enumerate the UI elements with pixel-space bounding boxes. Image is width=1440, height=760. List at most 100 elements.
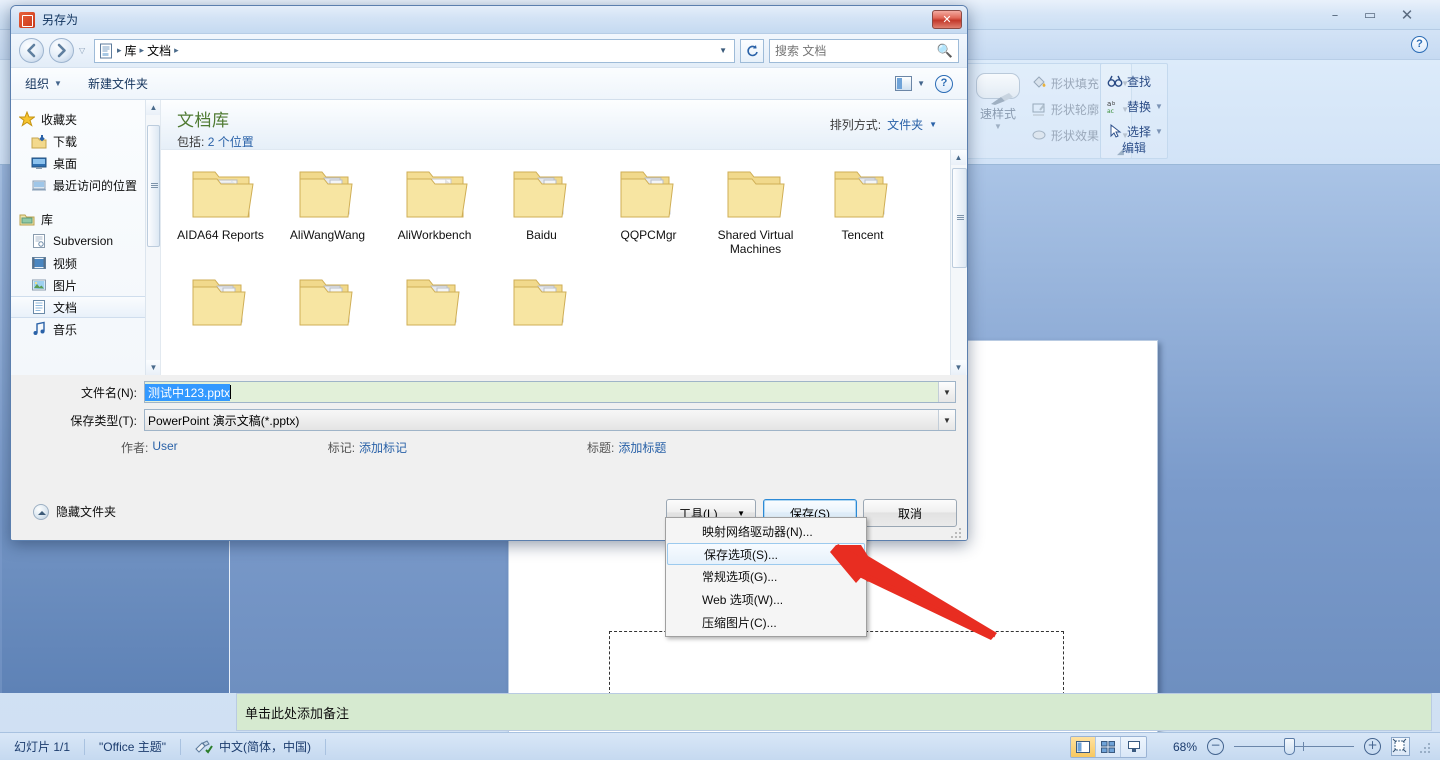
filename-input[interactable]: 测试中123.pptx ▼	[144, 381, 956, 403]
list-item[interactable]: QQPCMgr	[595, 156, 702, 264]
reading-view-button[interactable]	[1121, 736, 1146, 757]
theme-name[interactable]: "Office 主题"	[85, 737, 180, 757]
folder-with-document-icon	[406, 171, 468, 218]
notes-pane[interactable]: 单击此处添加备注	[236, 693, 1432, 731]
tags-field[interactable]: 标记: 添加标记	[328, 439, 407, 456]
title-field[interactable]: 标题: 添加标题	[587, 439, 666, 456]
tags-value[interactable]: 添加标记	[359, 439, 407, 456]
new-folder-button[interactable]: 新建文件夹	[88, 75, 148, 92]
menu-item-save-options[interactable]: 保存选项(S)...	[667, 543, 865, 565]
resize-grip[interactable]	[1420, 741, 1432, 753]
filetype-dropdown-button[interactable]: ▼	[938, 410, 955, 430]
dialog-close-button[interactable]: ✕	[932, 10, 962, 29]
sidebar-item-videos[interactable]: 视频	[11, 252, 160, 274]
list-item[interactable]	[167, 264, 274, 372]
sidebar-scroll-up-button[interactable]: ▲	[146, 100, 160, 115]
zoom-slider[interactable]	[1234, 738, 1354, 755]
menu-item-web-options[interactable]: Web 选项(W)...	[666, 588, 866, 611]
folder-with-files-icon	[513, 279, 567, 326]
list-item[interactable]: Shared Virtual Machines	[702, 156, 809, 264]
address-dropdown-caret[interactable]: ▼	[719, 46, 730, 55]
sidebar-item-downloads[interactable]: 下载	[11, 130, 160, 152]
address-bar[interactable]: ▸ 库 ▸ 文档 ▸ ▼	[94, 38, 735, 63]
slide-sorter-view-button[interactable]	[1096, 736, 1121, 757]
back-arrow-icon	[27, 43, 36, 58]
sidebar-item-recent-places[interactable]: 最近访问的位置	[11, 174, 160, 196]
dialog-help-button[interactable]: ?	[935, 74, 953, 93]
zoom-slider-handle[interactable]	[1284, 738, 1295, 755]
find-button[interactable]: 查找	[1107, 70, 1165, 92]
help-icon[interactable]: ?	[1411, 36, 1428, 53]
language-indicator[interactable]: 中文(简体，中国)	[181, 737, 325, 757]
back-button[interactable]	[19, 38, 44, 63]
slide-counter[interactable]: 幻灯片 1/1	[0, 737, 84, 757]
list-item[interactable]: AIDA64 Reports	[167, 156, 274, 264]
list-item[interactable]: AliWangWang	[274, 156, 381, 264]
files-grid[interactable]: AIDA64 Reports AliWangWang AliWorkbench …	[161, 150, 950, 375]
list-item[interactable]	[488, 264, 595, 372]
title-value[interactable]: 添加标题	[618, 439, 666, 456]
sidebar-scroll-thumb[interactable]	[147, 125, 160, 247]
list-item[interactable]	[381, 264, 488, 372]
sidebar-item-desktop[interactable]: 桌面	[11, 152, 160, 174]
close-button[interactable]: ✕	[1392, 8, 1422, 25]
files-scroll-up-button[interactable]: ▲	[951, 150, 966, 165]
sidebar-item-subversion[interactable]: Subversion	[11, 230, 160, 252]
list-item[interactable]: Baidu	[488, 156, 595, 264]
folder-with-files-icon	[834, 171, 888, 218]
menu-item-general-options[interactable]: 常规选项(G)...	[666, 565, 866, 588]
filetype-select[interactable]: PowerPoint 演示文稿(*.pptx) ▼	[144, 409, 956, 431]
breadcrumb-library[interactable]: 库	[125, 42, 137, 59]
fit-slide-to-window-button[interactable]	[1391, 737, 1410, 756]
list-item[interactable]: AliWorkbench	[381, 156, 488, 264]
replace-caret[interactable]: ▼	[1155, 102, 1163, 111]
sidebar-scroll-down-button[interactable]: ▼	[146, 360, 160, 375]
address-separator[interactable]: ▸	[174, 45, 179, 56]
files-scroll-thumb[interactable]	[952, 168, 967, 268]
files-scroll-down-button[interactable]: ▼	[951, 360, 966, 375]
normal-view-button[interactable]	[1071, 736, 1096, 757]
author-field[interactable]: 作者: User	[121, 439, 178, 456]
replace-button[interactable]: a b ac 替换 ▼	[1107, 95, 1165, 117]
sidebar-item-pictures[interactable]: 图片	[11, 274, 160, 296]
cancel-button[interactable]: 取消	[863, 499, 957, 527]
search-input[interactable]	[775, 43, 937, 58]
filename-dropdown-button[interactable]: ▼	[938, 382, 955, 402]
status-bar-right: 68% − +	[1070, 735, 1440, 758]
sidebar-item-documents[interactable]: 文档	[11, 296, 160, 318]
menu-item-map-network-drive[interactable]: 映射网络驱动器(N)...	[666, 520, 866, 543]
author-value[interactable]: User	[152, 439, 177, 456]
organize-button[interactable]: 组织 ▼	[25, 75, 62, 92]
pictures-icon	[32, 279, 46, 291]
address-separator: ▸	[139, 45, 145, 55]
menu-item-compress-pictures[interactable]: 压缩图片(C)...	[666, 611, 866, 634]
zoom-out-button[interactable]: −	[1207, 738, 1224, 755]
breadcrumb-documents[interactable]: 文档	[147, 42, 171, 59]
sidebar-group-favorites[interactable]: 收藏夹	[11, 108, 160, 130]
paint-bucket-icon	[1033, 76, 1046, 88]
library-locations-link[interactable]: 2 个位置	[208, 135, 254, 149]
refresh-button[interactable]	[740, 38, 764, 63]
quick-styles-button[interactable]: 速样式 ▼	[969, 70, 1027, 132]
forward-button[interactable]	[49, 38, 74, 63]
quick-styles-dropdown-caret[interactable]: ▼	[969, 122, 1027, 131]
reading-view-icon	[1127, 740, 1140, 752]
select-caret[interactable]: ▼	[1155, 127, 1163, 136]
maximize-button[interactable]: ▭	[1355, 8, 1385, 25]
list-item[interactable]	[274, 264, 381, 372]
minimize-button[interactable]: –	[1320, 8, 1350, 25]
brush-icon	[991, 93, 1013, 105]
files-scrollbar[interactable]: ▲ ▼	[950, 150, 967, 375]
sidebar-item-music[interactable]: 音乐	[11, 318, 160, 340]
sidebar-group-libraries[interactable]: 库	[11, 208, 160, 230]
sidebar-item-subversion-label: Subversion	[53, 234, 114, 248]
dialog-resize-grip[interactable]	[951, 526, 963, 538]
change-view-button[interactable]: ▼	[895, 76, 925, 91]
zoom-in-button[interactable]: +	[1364, 738, 1381, 755]
list-item[interactable]: Tencent	[809, 156, 916, 264]
sidebar-scrollbar[interactable]: ▲ ▼	[145, 100, 160, 375]
arrange-by-control[interactable]: 排列方式: 文件夹 ▼	[830, 116, 937, 133]
history-dropdown-caret[interactable]: ▽	[79, 46, 89, 55]
hide-folders-button[interactable]: 隐藏文件夹	[33, 503, 116, 520]
search-box[interactable]: 🔍	[769, 38, 959, 63]
